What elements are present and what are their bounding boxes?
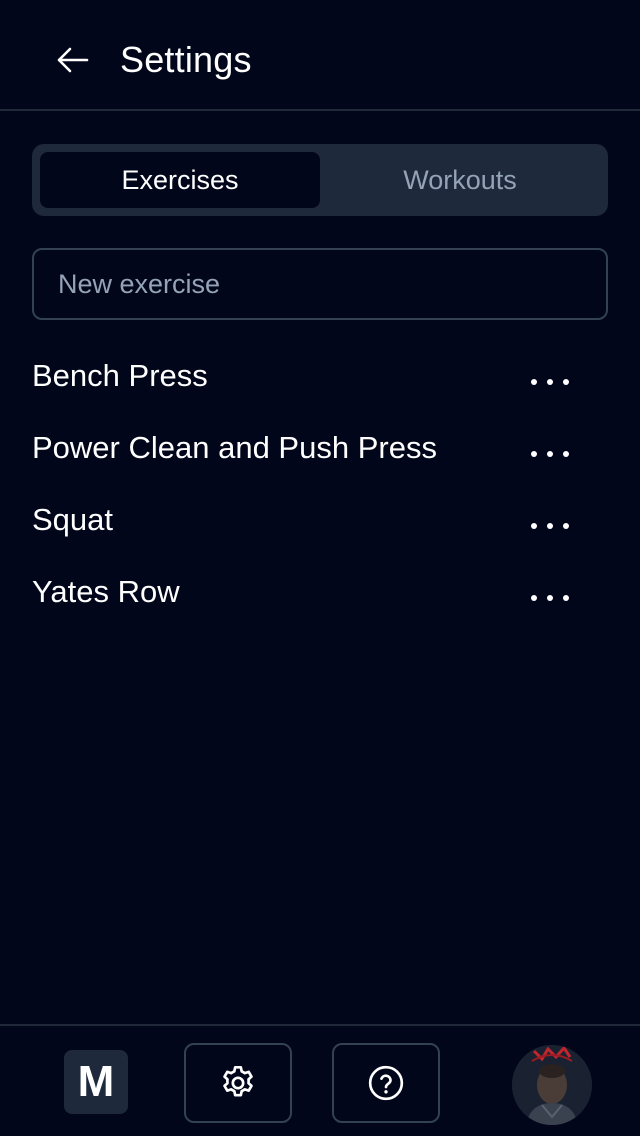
tab-switcher: Exercises Workouts (32, 144, 608, 216)
app-logo: M (77, 1057, 115, 1106)
more-options-button[interactable] (518, 574, 582, 622)
tab-workouts[interactable]: Workouts (320, 152, 600, 208)
exercise-name: Power Clean and Push Press (32, 430, 437, 465)
exercise-name: Bench Press (32, 358, 208, 393)
settings-screen: Settings Exercises Workouts Bench Press … (0, 0, 640, 1136)
more-horizontal-icon (531, 379, 569, 385)
help-circle-icon (368, 1065, 404, 1101)
tab-exercises[interactable]: Exercises (40, 152, 320, 208)
list-item[interactable]: Bench Press (0, 344, 640, 416)
list-item[interactable]: Yates Row (0, 560, 640, 632)
arrow-left-icon (57, 47, 89, 73)
more-horizontal-icon (531, 523, 569, 529)
bottom-nav: M (0, 1024, 640, 1136)
exercise-name: Squat (32, 502, 114, 537)
avatar[interactable] (512, 1045, 592, 1125)
exercise-name: Yates Row (32, 574, 180, 609)
more-horizontal-icon (531, 451, 569, 457)
exercise-list: Bench Press Power Clean and Push Press S… (0, 344, 640, 632)
more-options-button[interactable] (518, 358, 582, 406)
new-exercise-input[interactable] (32, 248, 608, 320)
gear-icon (223, 1066, 253, 1097)
more-options-button[interactable] (518, 502, 582, 550)
help-button[interactable] (332, 1043, 440, 1123)
page-title: Settings (120, 39, 252, 80)
header: Settings (0, 0, 640, 111)
settings-button[interactable] (184, 1043, 292, 1123)
user-avatar-image (512, 1045, 592, 1125)
more-horizontal-icon (531, 595, 569, 601)
list-item[interactable]: Power Clean and Push Press (0, 416, 640, 488)
back-button[interactable] (48, 38, 96, 82)
more-options-button[interactable] (518, 430, 582, 478)
list-item[interactable]: Squat (0, 488, 640, 560)
app-logo-button[interactable]: M (64, 1050, 128, 1114)
